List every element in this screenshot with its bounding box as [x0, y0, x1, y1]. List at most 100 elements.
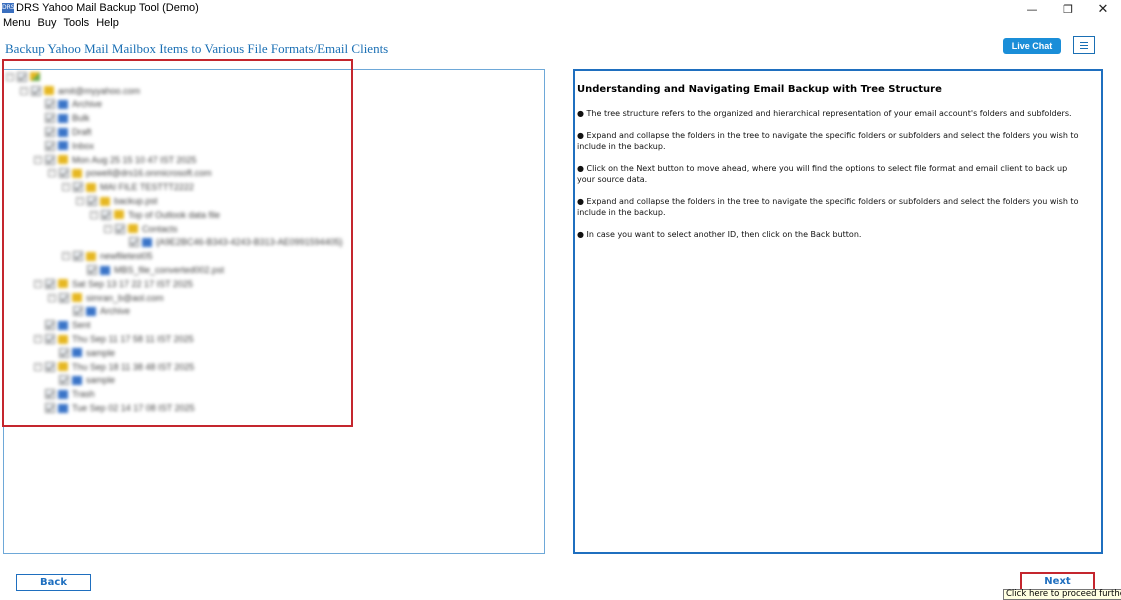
tree-checkbox[interactable]: [59, 347, 69, 358]
tree-checkbox[interactable]: [101, 209, 111, 220]
tree-node-label[interactable]: Archive: [100, 306, 130, 316]
tree-checkbox[interactable]: [115, 223, 125, 234]
tree-node-label[interactable]: Archive: [72, 99, 102, 109]
tree-node[interactable]: Bulk: [6, 111, 346, 125]
tree-checkbox[interactable]: [45, 389, 55, 400]
collapse-toggle-icon[interactable]: −: [62, 252, 70, 261]
tree-checkbox[interactable]: [45, 127, 55, 138]
tree-checkbox[interactable]: [45, 99, 55, 110]
menu-item-help[interactable]: Help: [96, 17, 119, 31]
tree-node[interactable]: Tue Sep 02 14 17 08 IST 2025: [6, 401, 346, 415]
tree-spacer: [62, 307, 70, 316]
tree-node[interactable]: − amit@myyahoo.com: [6, 84, 346, 98]
tree-node[interactable]: Archive: [6, 305, 346, 319]
collapse-toggle-icon[interactable]: −: [34, 155, 42, 164]
tree-checkbox[interactable]: [45, 154, 55, 165]
tree-node[interactable]: Archive: [6, 98, 346, 112]
menu-item-tools[interactable]: Tools: [64, 17, 90, 31]
tree-node[interactable]: − Thu Sep 11 17 58 11 IST 2025: [6, 332, 346, 346]
tree-node[interactable]: {A9E2BC46-B343-4243-B313-AE0991594405}: [6, 236, 346, 250]
info-point: The tree structure refers to the organiz…: [577, 108, 1087, 119]
tree-node[interactable]: − Contacts: [6, 222, 346, 236]
tree-node[interactable]: sample: [6, 346, 346, 360]
tree-node-label[interactable]: Contacts: [142, 224, 178, 234]
tree-node-label[interactable]: Thu Sep 18 11 38 48 IST 2025: [72, 362, 194, 372]
tree-node-label[interactable]: sample: [86, 375, 115, 385]
tree-node[interactable]: − Sat Sep 13 17 22 17 IST 2025: [6, 277, 346, 291]
minimize-icon[interactable]: —: [1017, 0, 1047, 18]
tree-checkbox[interactable]: [73, 306, 83, 317]
collapse-toggle-icon[interactable]: −: [34, 335, 42, 344]
back-button[interactable]: Back: [16, 574, 91, 591]
collapse-toggle-icon[interactable]: −: [76, 197, 84, 206]
tree-node[interactable]: − Thu Sep 18 11 38 48 IST 2025: [6, 360, 346, 374]
tree-checkbox[interactable]: [73, 251, 83, 262]
tree-node[interactable]: Inbox: [6, 139, 346, 153]
tree-node[interactable]: − simran_b@aol.com: [6, 291, 346, 305]
tree-node-label[interactable]: MBS_file_converted002.pst: [114, 265, 224, 275]
tree-checkbox[interactable]: [45, 403, 55, 414]
collapse-toggle-icon[interactable]: −: [34, 362, 42, 371]
collapse-toggle-icon[interactable]: −: [90, 210, 98, 219]
tree-node-label[interactable]: powell@drs16.onmicrosoft.com: [86, 168, 212, 178]
tree-checkbox[interactable]: [59, 168, 69, 179]
tree-node[interactable]: sample: [6, 374, 346, 388]
tree-checkbox[interactable]: [45, 334, 55, 345]
tree-node-label[interactable]: Inbox: [72, 141, 94, 151]
menu-item-buy[interactable]: Buy: [38, 17, 57, 31]
close-icon[interactable]: ✕: [1088, 0, 1118, 18]
tree-node-label[interactable]: newfiletest05: [100, 251, 153, 261]
tree-node-label[interactable]: Bulk: [72, 113, 90, 123]
tree-node-label[interactable]: Sent: [72, 320, 91, 330]
collapse-toggle-icon[interactable]: −: [34, 279, 42, 288]
tree-node[interactable]: MBS_file_converted002.pst: [6, 263, 346, 277]
tree-checkbox[interactable]: [87, 265, 97, 276]
tree-checkbox[interactable]: [17, 71, 27, 82]
tree-node-label[interactable]: Draft: [72, 127, 92, 137]
collapse-toggle-icon[interactable]: −: [62, 183, 70, 192]
tree-node-label[interactable]: {A9E2BC46-B343-4243-B313-AE0991594405}: [156, 237, 343, 247]
collapse-toggle-icon[interactable]: −: [20, 86, 28, 95]
tree-checkbox[interactable]: [45, 320, 55, 331]
tree-checkbox[interactable]: [59, 375, 69, 386]
tree-checkbox[interactable]: [45, 140, 55, 151]
tree-node[interactable]: − Top of Outlook data file: [6, 208, 346, 222]
tree-node-label[interactable]: Tue Sep 02 14 17 08 IST 2025: [72, 403, 195, 413]
tree-node-label[interactable]: Mon Aug 25 15 10 47 IST 2025: [72, 155, 196, 165]
collapse-toggle-icon[interactable]: −: [48, 169, 56, 178]
tree-checkbox[interactable]: [87, 196, 97, 207]
tree-node[interactable]: − newfiletest05: [6, 249, 346, 263]
tree-node-label[interactable]: MAI FILE TESTTT2222: [100, 182, 194, 192]
tree-checkbox[interactable]: [45, 278, 55, 289]
collapse-toggle-icon[interactable]: −: [104, 224, 112, 233]
tree-checkbox[interactable]: [73, 182, 83, 193]
tree-checkbox[interactable]: [59, 292, 69, 303]
tree-checkbox[interactable]: [31, 85, 41, 96]
tree-node[interactable]: Draft: [6, 125, 346, 139]
folder-icon: [86, 251, 96, 261]
tree-node[interactable]: Trash: [6, 387, 346, 401]
tree-node[interactable]: − Mon Aug 25 15 10 47 IST 2025: [6, 153, 346, 167]
tree-node-label[interactable]: simran_b@aol.com: [86, 293, 164, 303]
tree-node[interactable]: − powell@drs16.onmicrosoft.com: [6, 167, 346, 181]
tree-node[interactable]: Sent: [6, 318, 346, 332]
maximize-icon[interactable]: ❐: [1053, 0, 1083, 18]
tree-node[interactable]: − MAI FILE TESTTT2222: [6, 180, 346, 194]
tree-checkbox[interactable]: [45, 113, 55, 124]
tree-node[interactable]: − backup.pst: [6, 194, 346, 208]
tree-checkbox[interactable]: [129, 237, 139, 248]
menu-item-menu[interactable]: Menu: [3, 17, 31, 31]
collapse-toggle-icon[interactable]: −: [6, 72, 14, 81]
collapse-toggle-icon[interactable]: −: [48, 293, 56, 302]
tree-checkbox[interactable]: [45, 361, 55, 372]
tree-node-label[interactable]: Top of Outlook data file: [128, 210, 220, 220]
tree-node-label[interactable]: sample: [86, 348, 115, 358]
live-chat-button[interactable]: Live Chat: [1003, 38, 1061, 54]
tree-node-label[interactable]: backup.pst: [114, 196, 158, 206]
tree-node-label[interactable]: Trash: [72, 389, 95, 399]
tree-node-label[interactable]: amit@myyahoo.com: [58, 86, 140, 96]
tree-node-label[interactable]: Sat Sep 13 17 22 17 IST 2025: [72, 279, 193, 289]
tree-node[interactable]: −: [6, 70, 346, 84]
hamburger-menu-icon[interactable]: [1073, 36, 1095, 54]
tree-node-label[interactable]: Thu Sep 11 17 58 11 IST 2025: [72, 334, 194, 344]
